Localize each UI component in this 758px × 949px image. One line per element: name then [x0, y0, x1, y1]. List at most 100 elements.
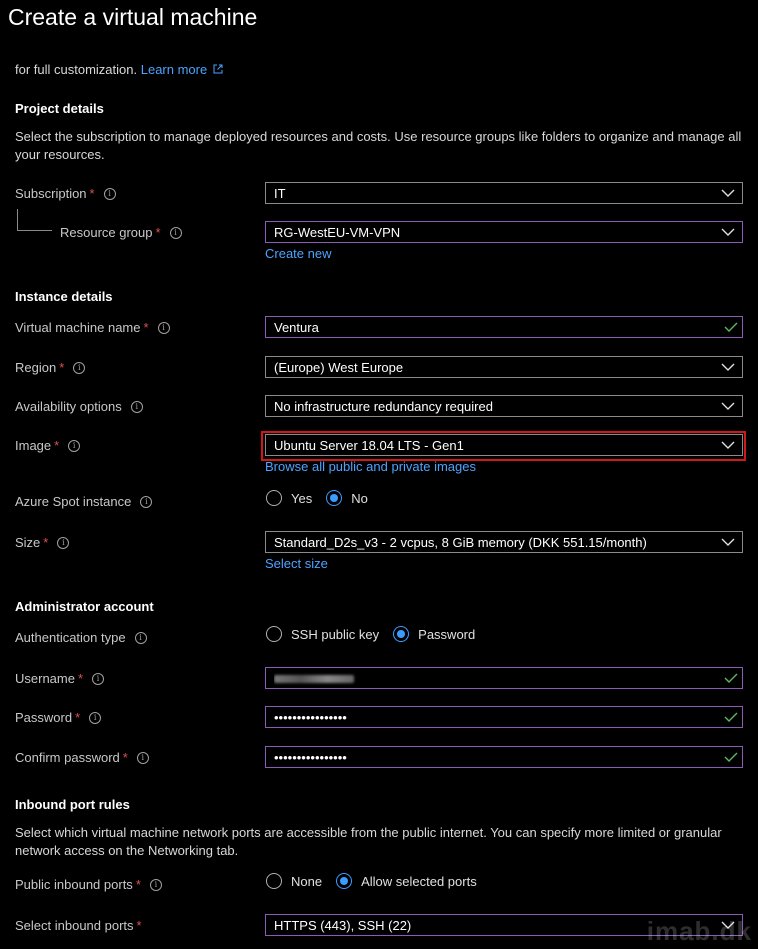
public-inbound-label: Public inbound ports * i [15, 877, 162, 892]
required-marker: * [143, 320, 149, 335]
resource-group-label: Resource group * i [60, 225, 182, 240]
public-inbound-radio-group: None Allow selected ports [266, 873, 477, 889]
public-none-radio[interactable] [266, 873, 282, 889]
page-title: Create a virtual machine [8, 4, 258, 30]
select-inbound-label: Select inbound ports * [15, 918, 142, 933]
project-details-heading: Project details [15, 101, 104, 116]
region-label-text: Region [15, 360, 57, 375]
auth-ssh-radio[interactable] [266, 626, 282, 642]
auth-type-label: Authentication type i [15, 630, 147, 645]
required-marker: * [59, 360, 65, 375]
size-value: Standard_D2s_v3 - 2 vcpus, 8 GiB memory … [274, 534, 647, 550]
availability-label-text: Availability options [15, 399, 122, 414]
username-label-text: Username [15, 671, 75, 686]
image-label: Image * i [15, 438, 81, 453]
info-icon[interactable]: i [89, 711, 102, 724]
region-value: (Europe) West Europe [274, 359, 404, 375]
chevron-down-icon [721, 538, 735, 546]
required-marker: * [155, 225, 161, 240]
subscription-dropdown[interactable]: IT [265, 182, 743, 204]
info-icon[interactable]: i [169, 226, 182, 239]
info-icon[interactable]: i [73, 361, 86, 374]
resource-group-dropdown[interactable]: RG-WestEU-VM-VPN [265, 221, 743, 243]
image-highlight-box [261, 431, 746, 461]
public-allow-radio[interactable] [336, 873, 353, 889]
instance-details-heading: Instance details [15, 289, 113, 304]
username-input[interactable] [265, 667, 743, 689]
availability-value: No infrastructure redundancy required [274, 398, 493, 414]
subscription-value: IT [274, 185, 286, 201]
auth-type-label-text: Authentication type [15, 630, 126, 645]
browse-images-link[interactable]: Browse all public and private images [265, 459, 476, 474]
username-value-blurred [274, 671, 724, 686]
spot-no-label: No [351, 490, 368, 506]
chevron-down-icon [721, 228, 735, 236]
auth-password-radio[interactable] [393, 626, 410, 642]
spot-no-radio[interactable] [326, 490, 343, 506]
chevron-down-icon [721, 402, 735, 410]
size-dropdown[interactable]: Standard_D2s_v3 - 2 vcpus, 8 GiB memory … [265, 531, 743, 553]
info-icon[interactable]: i [68, 439, 81, 452]
required-marker: * [122, 750, 128, 765]
inbound-rules-heading: Inbound port rules [15, 797, 130, 812]
spot-radio-group: Yes No [266, 490, 368, 506]
subscription-label-text: Subscription [15, 186, 87, 201]
learn-more-link[interactable]: Learn more [141, 62, 223, 77]
confirm-password-value: •••••••••••••••• [274, 749, 347, 765]
watermark: imab.dk [646, 916, 752, 946]
public-allow-label: Allow selected ports [361, 873, 477, 889]
info-icon[interactable]: i [157, 321, 170, 334]
resource-group-value: RG-WestEU-VM-VPN [274, 224, 401, 240]
region-label: Region * i [15, 360, 86, 375]
external-link-icon [213, 64, 223, 74]
required-marker: * [135, 877, 141, 892]
chevron-down-icon [721, 189, 735, 197]
availability-label: Availability options i [15, 399, 143, 414]
info-icon[interactable]: i [103, 187, 116, 200]
inbound-rules-description: Select which virtual machine network por… [15, 825, 722, 858]
size-label-text: Size [15, 535, 41, 550]
auth-radio-group: SSH public key Password [266, 626, 475, 642]
required-marker: * [54, 438, 60, 453]
tree-connector [17, 209, 52, 231]
info-icon[interactable]: i [149, 878, 162, 891]
password-input[interactable]: •••••••••••••••• [265, 706, 743, 728]
required-marker: * [136, 918, 142, 933]
password-label-text: Password [15, 710, 73, 725]
image-label-text: Image [15, 438, 52, 453]
username-label: Username * i [15, 671, 105, 686]
intro-text: for full customization. Learn more [15, 62, 223, 77]
password-label: Password * i [15, 710, 102, 725]
select-size-link[interactable]: Select size [265, 556, 328, 571]
availability-dropdown[interactable]: No infrastructure redundancy required [265, 395, 743, 417]
select-inbound-label-text: Select inbound ports [15, 918, 134, 933]
info-icon[interactable]: i [140, 495, 153, 508]
spot-yes-radio[interactable] [266, 490, 282, 506]
info-icon[interactable]: i [134, 631, 147, 644]
info-icon[interactable]: i [57, 536, 70, 549]
info-icon[interactable]: i [130, 400, 143, 413]
admin-account-heading: Administrator account [15, 599, 154, 614]
checkmark-icon [724, 752, 738, 762]
vm-name-value: Ventura [274, 319, 319, 335]
info-icon[interactable]: i [92, 672, 105, 685]
info-icon[interactable]: i [136, 751, 149, 764]
create-new-link[interactable]: Create new [265, 246, 331, 261]
vm-name-label-text: Virtual machine name [15, 320, 141, 335]
vm-name-input[interactable]: Ventura [265, 316, 743, 338]
checkmark-icon [724, 712, 738, 722]
confirm-password-label-text: Confirm password [15, 750, 120, 765]
confirm-password-input[interactable]: •••••••••••••••• [265, 746, 743, 768]
blurred-text [274, 674, 354, 683]
region-dropdown[interactable]: (Europe) West Europe [265, 356, 743, 378]
required-marker: * [89, 186, 95, 201]
checkmark-icon [724, 322, 738, 332]
intro-text-content: for full customization. [15, 62, 138, 77]
required-marker: * [77, 671, 84, 686]
chevron-down-icon [721, 363, 735, 371]
spot-label-text: Azure Spot instance [15, 494, 132, 509]
required-marker: * [43, 535, 49, 550]
subscription-label: Subscription * i [15, 186, 116, 201]
learn-more-label: Learn more [140, 62, 208, 77]
checkmark-icon [724, 673, 738, 683]
